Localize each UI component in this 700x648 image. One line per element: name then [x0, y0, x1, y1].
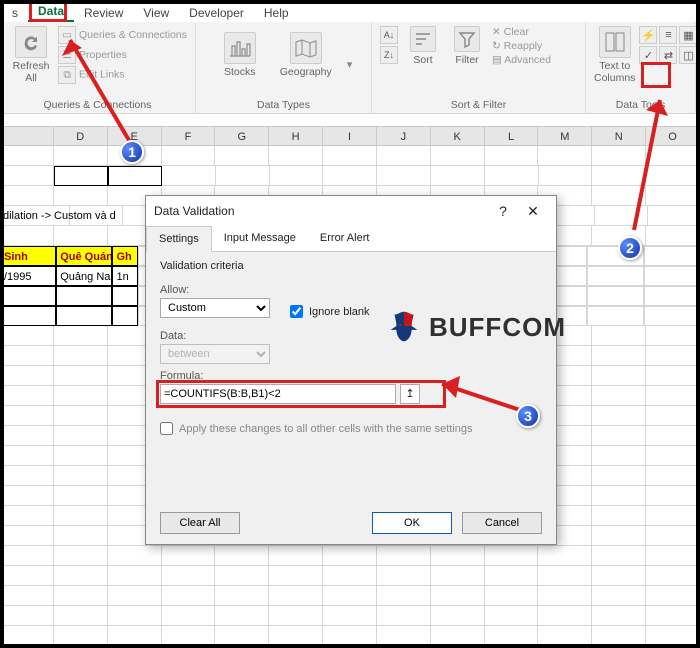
- highlight-data-tab: [29, 0, 67, 22]
- header-sinh: Sinh: [0, 246, 56, 266]
- callout-badge-1: 1: [120, 140, 144, 164]
- sort-desc-icon[interactable]: Z↓: [380, 46, 398, 64]
- header-gh: Gh: [112, 246, 137, 266]
- sort-asc-icon[interactable]: A↓: [380, 26, 398, 44]
- formula-input[interactable]: [160, 384, 396, 404]
- dialog-title: Data Validation: [154, 204, 235, 218]
- text-to-columns-icon: [599, 26, 631, 58]
- filter-icon: [454, 26, 480, 52]
- apply-same-checkbox[interactable]: [160, 422, 173, 435]
- header-que: Quê Quán: [56, 246, 112, 266]
- text-to-columns-button[interactable]: Text to Columns: [594, 26, 635, 84]
- stocks-icon: [224, 32, 256, 64]
- sort-icon: [410, 26, 436, 52]
- geography-icon: [290, 32, 322, 64]
- tab-prev[interactable]: s: [2, 3, 28, 22]
- data-label: Data:: [160, 330, 542, 342]
- arrow-3: [430, 370, 530, 420]
- refresh-all-button[interactable]: Refresh All: [8, 26, 54, 84]
- group-datatypes-label: Data Types: [204, 97, 363, 111]
- tab-view[interactable]: View: [133, 3, 179, 22]
- flash-fill-icon[interactable]: ⚡: [639, 26, 657, 44]
- filter-button[interactable]: Filter: [448, 26, 486, 66]
- dialog-help-button[interactable]: ?: [488, 203, 518, 219]
- range-picker-button[interactable]: ↥: [400, 384, 420, 404]
- arrow-1: [52, 22, 142, 152]
- clear-filter-button[interactable]: ✕ Clear: [492, 26, 551, 38]
- dialog-tab-error-alert[interactable]: Error Alert: [308, 226, 382, 251]
- ignore-blank-checkbox[interactable]: Ignore blank: [290, 305, 370, 318]
- dialog-tab-settings[interactable]: Settings: [146, 226, 212, 252]
- stocks-button[interactable]: Stocks: [215, 32, 265, 78]
- cell-gh: 1n: [112, 266, 137, 286]
- tab-developer[interactable]: Developer: [179, 3, 254, 22]
- advanced-filter-button[interactable]: ▤ Advanced: [492, 54, 551, 66]
- arrow-2: [620, 90, 680, 240]
- callout-badge-2: 2: [618, 236, 642, 260]
- validation-criteria-label: Validation criteria: [160, 260, 542, 272]
- ribbon-tabs: s Data Review View Developer Help: [0, 0, 700, 22]
- callout-badge-3: 3: [516, 404, 540, 428]
- highlight-data-validation: [641, 62, 671, 88]
- refresh-all-label: Refresh All: [13, 60, 50, 84]
- remove-dup-icon[interactable]: ≡: [659, 26, 677, 44]
- data-model-icon[interactable]: ◫: [679, 46, 697, 64]
- clear-all-button[interactable]: Clear All: [160, 512, 240, 534]
- apply-same-label: Apply these changes to all other cells w…: [179, 423, 473, 435]
- cell-note: dilation -> Custom và d: [0, 206, 70, 226]
- dialog-tab-input-message[interactable]: Input Message: [212, 226, 308, 251]
- data-select: between: [160, 344, 270, 364]
- reapply-button[interactable]: ↻ Reapply: [492, 40, 551, 52]
- sort-button[interactable]: Sort: [404, 26, 442, 66]
- cell-date: /1995: [0, 266, 56, 286]
- ok-button[interactable]: OK: [372, 512, 452, 534]
- allow-label: Allow:: [160, 284, 270, 296]
- cancel-button[interactable]: Cancel: [462, 512, 542, 534]
- dialog-close-button[interactable]: ✕: [518, 203, 548, 220]
- group-sortfilter-label: Sort & Filter: [380, 97, 577, 111]
- tab-help[interactable]: Help: [254, 3, 299, 22]
- consolidate-icon[interactable]: ▦: [679, 26, 697, 44]
- tab-review[interactable]: Review: [74, 3, 133, 22]
- geography-button[interactable]: Geography: [281, 32, 331, 78]
- refresh-icon: [15, 26, 47, 58]
- allow-select[interactable]: Custom: [160, 298, 270, 318]
- datatypes-overflow[interactable]: ▾: [347, 58, 353, 71]
- cell-que: Quảng Nam: [56, 266, 112, 286]
